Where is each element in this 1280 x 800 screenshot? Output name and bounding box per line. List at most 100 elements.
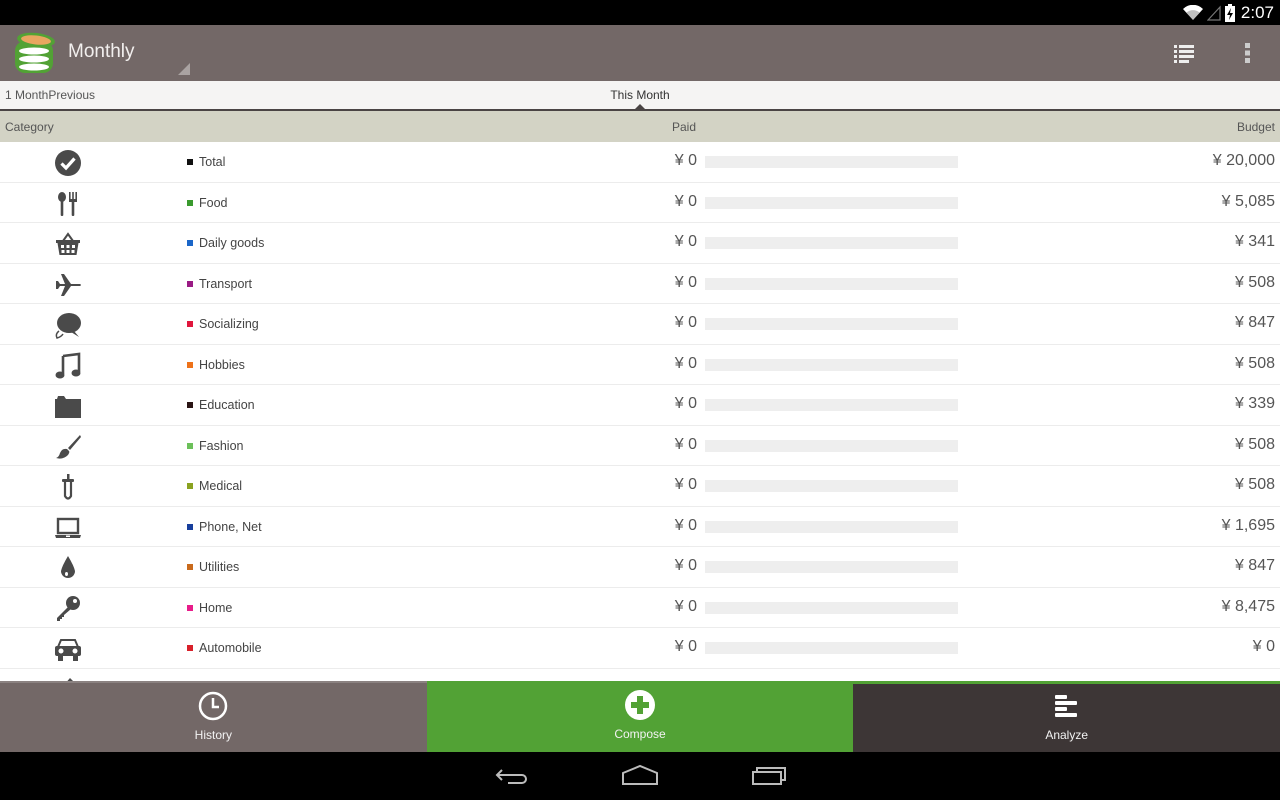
budget-amount: ¥ 847 (1234, 557, 1275, 574)
paid-amount: ¥ 0 (674, 233, 697, 250)
spend-progress-bar (705, 196, 958, 209)
budget-amount: ¥ 20,000 (1212, 152, 1275, 169)
paid-amount: ¥ 0 (674, 273, 697, 291)
checkmark-circle-icon (55, 150, 81, 176)
spend-progress-bar (705, 601, 958, 614)
budget-list[interactable]: Total ¥ 0 ¥ 20,000 Food ¥ 0 ¥ 5,085 Daily good… (0, 142, 1280, 682)
category-name: Socializing (199, 317, 259, 331)
airplane-icon (56, 273, 81, 296)
budget-row-medical[interactable]: Medical ¥ 0 ¥ 508 (0, 466, 1280, 507)
budget-row-transport[interactable]: Transport ¥ 0 ¥ 508 (0, 264, 1280, 304)
budget-row-partial[interactable] (0, 669, 1280, 682)
category-color-swatch (187, 240, 193, 246)
budget-row-daily-goods[interactable]: Daily goods ¥ 0 ¥ 341 (0, 223, 1280, 264)
spend-progress-bar (705, 399, 958, 411)
budget-row-fashion[interactable]: Fashion ¥ 0 ¥ 508 (0, 426, 1280, 466)
action-bar: Monthly (0, 25, 1280, 81)
home-icon[interactable] (620, 762, 660, 790)
spend-progress-bar (705, 156, 958, 168)
category-name: Home (199, 600, 233, 615)
basket-icon (56, 232, 80, 255)
utensils-icon (58, 191, 77, 216)
spend-progress-bar (705, 439, 958, 452)
category-name: Fashion (199, 438, 244, 453)
signal-icon (1206, 4, 1221, 21)
paid-amount: ¥ 0 (674, 395, 697, 412)
category-color-swatch (187, 199, 193, 206)
car-icon (55, 639, 81, 661)
paid-amount: ¥ 0 (674, 152, 697, 169)
category-name: Food (199, 195, 228, 210)
budget-amount: ¥ 508 (1234, 273, 1275, 291)
water-drop-icon (61, 556, 75, 578)
column-category: Category (5, 120, 54, 134)
category-color-swatch (187, 361, 193, 368)
budget-amount: ¥ 5,085 (1221, 192, 1275, 210)
budget-amount: ¥ 508 (1234, 435, 1275, 453)
budget-amount: ¥ 339 (1234, 395, 1275, 412)
status-bar: 2:07 (0, 0, 1280, 25)
spend-progress-bar (705, 520, 958, 533)
brush-icon (56, 434, 81, 459)
budget-amount: ¥ 341 (1234, 233, 1275, 250)
folder-icon (55, 396, 81, 418)
system-nav-bar (0, 752, 1280, 800)
budget-row-phone-net[interactable]: Phone, Net ¥ 0 ¥ 1,695 (0, 507, 1280, 547)
category-name: Automobile (199, 641, 262, 655)
spend-progress-bar (705, 561, 958, 573)
budget-row-utilities[interactable]: Utilities ¥ 0 ¥ 847 (0, 547, 1280, 588)
budget-row-food[interactable]: Food ¥ 0 ¥ 5,085 (0, 183, 1280, 223)
spend-progress-bar (705, 277, 958, 290)
tab-indicator (635, 104, 645, 109)
plus-circle-icon (625, 689, 655, 720)
paid-amount: ¥ 0 (674, 192, 697, 210)
spend-progress-bar (705, 642, 958, 654)
laptop-icon (55, 517, 81, 538)
compose-label: Compose (614, 726, 666, 741)
spend-progress-bar (705, 358, 958, 371)
category-name: Medical (199, 479, 243, 493)
spinner-dropdown-icon[interactable] (178, 63, 190, 75)
paid-amount: ¥ 0 (674, 476, 697, 493)
budget-row-home[interactable]: Home ¥ 0 ¥ 8,475 (0, 588, 1280, 628)
paid-amount: ¥ 0 (674, 638, 697, 655)
tab-this-month[interactable]: This Month (0, 88, 1280, 102)
clock: 2:07 (1240, 2, 1274, 22)
category-color-swatch (187, 523, 193, 530)
category-color-swatch (187, 483, 193, 489)
category-color-swatch (187, 159, 193, 165)
list-view-icon[interactable] (1170, 39, 1198, 67)
budget-row-education[interactable]: Education ¥ 0 ¥ 339 (0, 385, 1280, 426)
key-icon (57, 595, 80, 621)
recent-apps-icon[interactable] (750, 762, 790, 790)
back-icon[interactable] (492, 762, 532, 790)
category-color-swatch (187, 442, 193, 449)
column-header: Category Paid Budget (0, 111, 1280, 142)
category-name: Hobbies (199, 357, 245, 372)
analyze-button[interactable]: Analyze (853, 681, 1280, 752)
analyze-label: Analyze (1045, 728, 1089, 742)
budget-row-total[interactable]: Total ¥ 0 ¥ 20,000 (0, 142, 1280, 183)
app-logo-coins-icon[interactable] (12, 31, 58, 75)
history-label: History (194, 727, 232, 742)
category-color-swatch (187, 321, 193, 327)
paid-amount: ¥ 0 (674, 516, 697, 534)
budget-row-hobbies[interactable]: Hobbies ¥ 0 ¥ 508 (0, 345, 1280, 385)
period-title[interactable]: Monthly (68, 41, 135, 63)
paid-amount: ¥ 0 (674, 557, 697, 574)
paid-amount: ¥ 0 (674, 314, 697, 331)
period-tabs: 1 MonthPrevious This Month (0, 81, 1280, 111)
budget-row-automobile[interactable]: Automobile ¥ 0 ¥ 0 (0, 628, 1280, 669)
category-name: Daily goods (199, 236, 265, 250)
compose-button[interactable]: Compose (426, 681, 854, 752)
spend-progress-bar (705, 480, 958, 492)
history-button[interactable]: History (0, 681, 427, 752)
battery-charging-icon (1224, 3, 1235, 22)
overflow-menu-icon[interactable] (1234, 39, 1262, 67)
budget-amount: ¥ 8,475 (1221, 597, 1275, 615)
budget-row-socializing[interactable]: Socializing ¥ 0 ¥ 847 (0, 304, 1280, 345)
column-paid: Paid (672, 120, 697, 134)
paid-amount: ¥ 0 (674, 435, 697, 453)
category-name: Education (199, 398, 255, 412)
budget-amount: ¥ 508 (1234, 354, 1275, 372)
